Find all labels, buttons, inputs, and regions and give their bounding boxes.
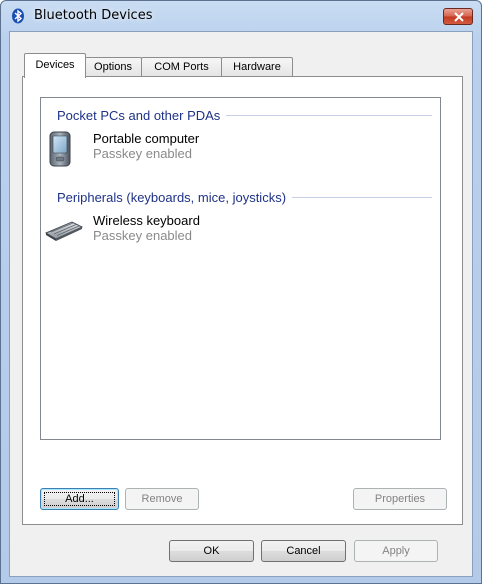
pda-icon	[49, 131, 71, 170]
group-header-peripherals[interactable]: Peripherals (keyboards, mice, joysticks)	[57, 189, 432, 205]
tab-options[interactable]: Options	[84, 57, 142, 78]
tab-hardware-label: Hardware	[233, 61, 281, 73]
tab-devices[interactable]: Devices	[24, 53, 86, 78]
device-status: Passkey enabled	[93, 146, 193, 161]
ok-button[interactable]: OK	[169, 540, 254, 562]
group-header-label: Pocket PCs and other PDAs	[57, 107, 221, 123]
close-button[interactable]	[443, 8, 473, 25]
add-button[interactable]: Add...	[40, 488, 119, 510]
remove-button[interactable]: Remove	[125, 488, 199, 510]
tab-options-label: Options	[94, 61, 132, 73]
group-divider	[292, 196, 432, 198]
cancel-button[interactable]: Cancel	[261, 540, 346, 562]
bluetooth-icon	[10, 8, 26, 24]
device-list[interactable]: Pocket PCs and other PDAs Portable compu…	[40, 97, 441, 440]
ok-button-label: OK	[203, 545, 220, 557]
close-icon	[454, 12, 464, 22]
keyboard-icon	[44, 219, 84, 244]
dialog-client-area: Devices Options COM Ports Hardware Pocke…	[9, 31, 473, 577]
remove-button-label: Remove	[141, 493, 183, 505]
properties-button[interactable]: Properties	[353, 488, 447, 510]
cancel-button-label: Cancel	[286, 545, 321, 557]
apply-button[interactable]: Apply	[354, 540, 438, 562]
window-title: Bluetooth Devices	[34, 8, 153, 23]
apply-button-label: Apply	[382, 545, 410, 557]
tab-hardware[interactable]: Hardware	[221, 57, 293, 78]
group-header-pdas[interactable]: Pocket PCs and other PDAs	[57, 107, 432, 123]
title-bar[interactable]: Bluetooth Devices	[1, 1, 481, 31]
device-status: Passkey enabled	[93, 228, 193, 243]
focus-rectangle	[44, 492, 115, 506]
devices-tab-panel: Pocket PCs and other PDAs Portable compu…	[22, 76, 463, 525]
group-divider	[226, 114, 432, 116]
device-item-wireless-keyboard[interactable]: Wireless keyboard Passkey enabled	[41, 213, 421, 253]
device-name: Wireless keyboard	[93, 213, 200, 228]
device-item-portable-computer[interactable]: Portable computer Passkey enabled	[41, 131, 421, 171]
tab-com-ports-label: COM Ports	[154, 61, 209, 73]
tab-com-ports[interactable]: COM Ports	[141, 57, 222, 78]
bluetooth-devices-window: Bluetooth Devices Devices Options COM Po…	[0, 0, 482, 584]
group-header-label: Peripherals (keyboards, mice, joysticks)	[57, 189, 287, 205]
properties-button-label: Properties	[374, 493, 426, 505]
device-name: Portable computer	[93, 131, 200, 146]
tab-devices-label: Devices	[35, 59, 75, 71]
